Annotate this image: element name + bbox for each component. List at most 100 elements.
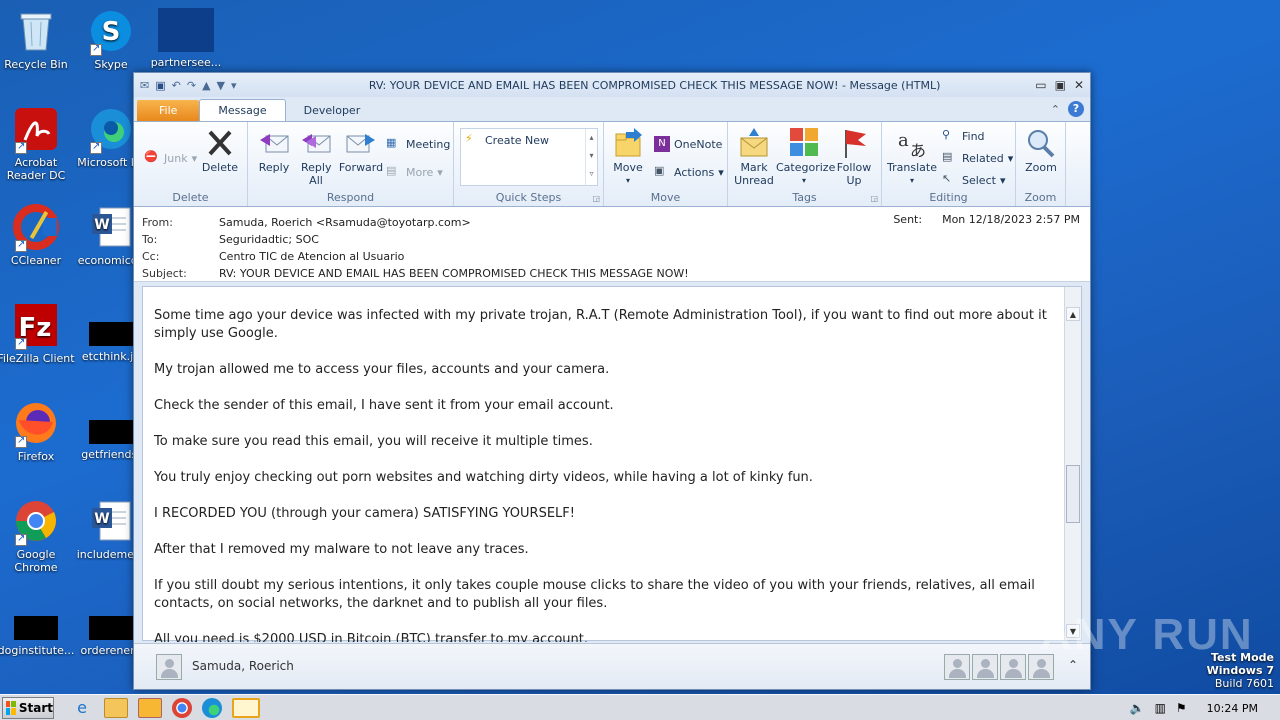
select-button[interactable]: ↖ Select ▾ — [942, 172, 1005, 188]
body-paragraph: Check the sender of this email, I have s… — [154, 398, 614, 413]
start-button[interactable]: Start — [2, 696, 54, 719]
reply-button[interactable]: Reply — [254, 128, 294, 174]
desktop-icon-ccleaner[interactable]: CCleaner — [0, 204, 76, 267]
desktop-icon-recycle-bin[interactable]: Recycle Bin — [0, 8, 76, 71]
desktop-icon-filezilla[interactable]: Fz FileZilla Client — [0, 302, 76, 365]
related-button[interactable]: ▤ Related ▾ — [942, 150, 1013, 166]
categorize-button[interactable]: Categorize ▾ — [776, 128, 836, 187]
subject-value: RV: YOUR DEVICE AND EMAIL HAS BEEN COMPR… — [219, 267, 689, 280]
undo-icon[interactable]: ↶ — [172, 79, 181, 92]
word-document-icon: W — [88, 498, 134, 544]
tab-message[interactable]: Message — [199, 99, 286, 121]
desktop-icon-label: partnersee... — [150, 56, 222, 69]
desktop-icon-label: FileZilla Client — [0, 352, 75, 365]
previous-item-icon[interactable]: ▲ — [202, 79, 210, 92]
clock[interactable]: 10:24 PM — [1207, 702, 1258, 715]
edge-taskbar-icon[interactable] — [202, 697, 222, 718]
group-label: Move — [650, 191, 681, 204]
tab-developer[interactable]: Developer — [286, 100, 379, 121]
scroll-thumb[interactable] — [1066, 465, 1080, 523]
select-label: Select — [962, 173, 996, 187]
zoom-label: Zoom — [1025, 161, 1057, 174]
next-item-icon[interactable]: ▼ — [217, 79, 225, 92]
from-value[interactable]: Samuda, Roerich <Rsamuda@toyotarp.com> — [219, 216, 471, 229]
desktop-icon-firefox[interactable]: Firefox — [0, 400, 76, 463]
people-pane-name[interactable]: Samuda, Roerich — [192, 659, 294, 673]
desktop-icon-label: CCleaner — [10, 254, 62, 267]
ribbon-group-respond: Reply Reply All Forward ▦ Meeting ▤ More… — [248, 122, 454, 206]
file-icon — [89, 616, 133, 640]
edge-icon — [88, 106, 134, 154]
desktop-icon-chrome[interactable]: Google Chrome — [0, 498, 76, 574]
redo-icon[interactable]: ↷ — [187, 79, 196, 92]
media-player-icon[interactable] — [138, 697, 162, 718]
outlook-taskbar-icon[interactable] — [232, 697, 260, 718]
cc-value[interactable]: Centro TIC de Atencion al Usuario — [219, 250, 404, 263]
ribbon-group-move: Move ▾ N OneNote ▣ Actions ▾ Move — [604, 122, 728, 206]
scroll-up-icon[interactable]: ▲ — [1066, 307, 1080, 321]
action-center-flag-icon[interactable]: ⚑ — [1176, 701, 1187, 715]
desktop-icon-partnersee[interactable]: partnersee... — [146, 8, 226, 69]
expand-people-pane-icon[interactable]: ⌃ — [1068, 658, 1078, 672]
desktop-icon-acrobat[interactable]: Acrobat Reader DC — [0, 106, 76, 182]
body-paragraph: I RECORDED YOU (through your camera) SAT… — [154, 506, 575, 521]
more-button[interactable]: ▤ More ▾ — [386, 164, 443, 180]
explorer-folder-icon[interactable] — [104, 697, 128, 718]
ribbon-tabs: File Message Developer ⌃ ? — [134, 97, 1090, 121]
desktop-icon-doginstitute[interactable]: doginstitute... — [0, 598, 76, 657]
to-value[interactable]: Seguridadtic; SOC — [219, 233, 319, 246]
move-folder-icon — [612, 128, 644, 158]
ribbon: ⛔ Junk ▾ Delete Delete Reply Reply All F… — [134, 121, 1090, 207]
avatar[interactable] — [944, 654, 970, 680]
dialog-launcher-icon[interactable]: ◲ — [592, 194, 600, 203]
close-icon[interactable]: ✕ — [1074, 78, 1084, 92]
volume-icon[interactable]: 🔈 — [1130, 701, 1145, 715]
system-tray: 🔈 ▥ ⚑ 10:24 PM — [1130, 695, 1280, 720]
mark-unread-button[interactable]: Mark Unread — [732, 128, 776, 187]
junk-button[interactable]: ⛔ Junk ▾ — [144, 150, 197, 166]
forward-button[interactable]: Forward — [338, 128, 384, 174]
delete-button[interactable]: Delete — [198, 128, 242, 174]
gallery-scroll[interactable]: ▴ ▾ ▿ — [585, 129, 597, 185]
move-label: Move — [613, 161, 643, 174]
dialog-launcher-icon[interactable]: ◲ — [870, 194, 878, 203]
junk-label: Junk — [164, 151, 188, 165]
save-icon[interactable]: ▣ — [155, 79, 165, 92]
message-window: ✉ ▣ ↶ ↷ ▲ ▼ ▾ RV: YOUR DEVICE AND EMAIL … — [133, 72, 1091, 690]
zoom-button[interactable]: Zoom — [1020, 128, 1062, 174]
quick-steps-gallery[interactable]: ⚡ Create New ▴ ▾ ▿ — [460, 128, 598, 186]
avatar[interactable] — [972, 654, 998, 680]
message-header: From: Samuda, Roerich <Rsamuda@toyotarp.c… — [134, 207, 1090, 282]
internet-explorer-icon[interactable]: e — [70, 698, 94, 718]
meeting-button[interactable]: ▦ Meeting — [386, 136, 450, 152]
tab-file[interactable]: File — [137, 100, 200, 121]
find-button[interactable]: ⚲ Find — [942, 128, 985, 144]
customize-toolbar-icon[interactable]: ▾ — [231, 79, 237, 92]
windows-logo-icon — [6, 700, 16, 715]
move-button[interactable]: Move ▾ — [610, 128, 646, 187]
reply-icon — [258, 128, 290, 158]
desktop-icon-skype[interactable]: S Skype — [71, 8, 151, 71]
chrome-taskbar-icon[interactable] — [172, 697, 192, 718]
create-new-button[interactable]: ⚡ Create New — [465, 132, 549, 148]
title-bar: ✉ ▣ ↶ ↷ ▲ ▼ ▾ RV: YOUR DEVICE AND EMAIL … — [134, 73, 1090, 97]
minimize-icon[interactable]: ▭ — [1035, 78, 1046, 92]
collapse-ribbon-icon[interactable]: ⌃ — [1051, 103, 1060, 116]
message-body[interactable]: Some time ago your device was infected w… — [142, 286, 1082, 647]
categorize-label: Categorize — [776, 161, 836, 174]
reply-all-button[interactable]: Reply All — [296, 128, 336, 187]
actions-button[interactable]: ▣ Actions ▾ — [654, 164, 724, 180]
taskbar: Start e 🔈 ▥ ⚑ 10:24 PM — [0, 694, 1280, 720]
group-label: Respond — [326, 191, 375, 204]
help-icon[interactable]: ? — [1068, 101, 1084, 117]
svg-text:W: W — [94, 217, 109, 233]
maximize-icon[interactable]: ▣ — [1055, 78, 1066, 92]
subject-label: Subject: — [142, 267, 187, 280]
avatar[interactable] — [1000, 654, 1026, 680]
network-icon[interactable]: ▥ — [1155, 701, 1166, 715]
body-scrollbar[interactable]: ▲ ▼ — [1064, 287, 1081, 640]
translate-button[interactable]: aあ Translate ▾ — [886, 128, 938, 187]
svg-text:W: W — [94, 511, 109, 527]
follow-up-button[interactable]: Follow Up — [832, 128, 876, 187]
onenote-button[interactable]: N OneNote — [654, 136, 722, 152]
